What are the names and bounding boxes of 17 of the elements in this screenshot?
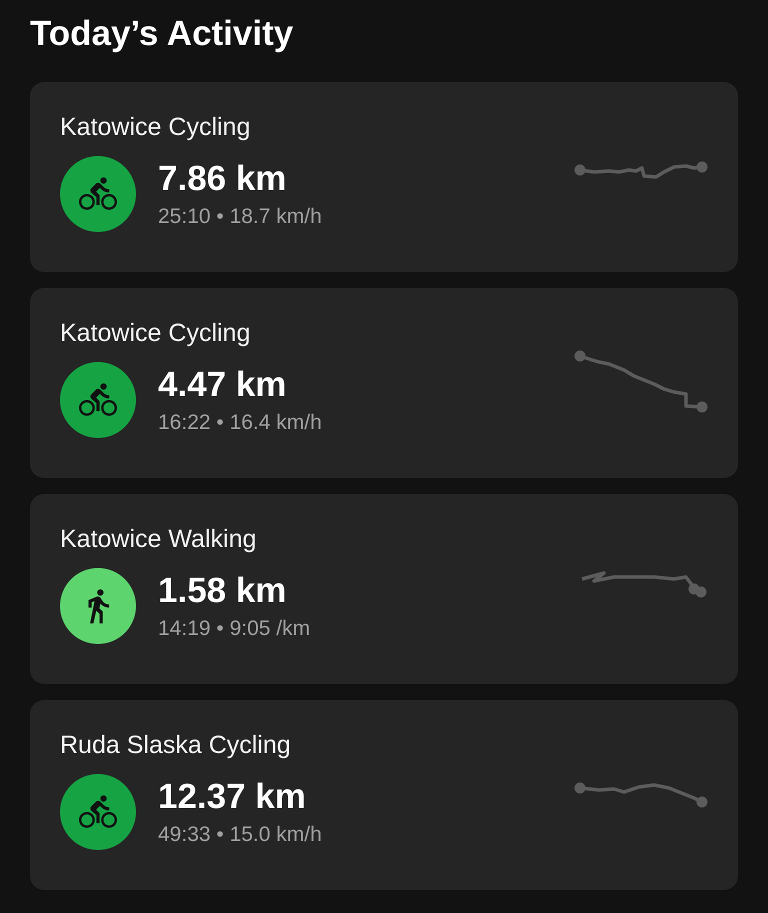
activity-details: 25:10 • 18.7 km/h [158,204,322,230]
activity-card[interactable]: Katowice Cycling 4.47 km 16:22 • 16.4 km/h [30,288,738,478]
activity-distance: 7.86 km [158,158,288,200]
activity-card[interactable]: Katowice Cycling 7.86 km 25:10 • 18.7 km/h [30,82,738,272]
section-title: Today’s Activity [30,13,294,55]
activity-details: 49:33 • 15.0 km/h [158,822,322,848]
activity-distance: 12.37 km [158,776,307,818]
activity-details: 16:22 • 16.4 km/h [158,410,322,436]
activity-name: Katowice Cycling [60,112,252,142]
activity-name: Ruda Slaska Cycling [60,730,292,760]
activity-distance: 4.47 km [158,364,288,406]
activity-card[interactable]: Katowice Walking 1.58 km 14:19 • 9:05 /km [30,494,738,684]
activity-details: 14:19 • 9:05 /km [158,616,310,642]
activity-name: Katowice Walking [60,524,258,554]
activity-distance: 1.58 km [158,570,288,612]
activity-name: Katowice Cycling [60,318,252,348]
activity-card[interactable]: Ruda Slaska Cycling 12.37 km 49:33 • 15.0 km/h [30,700,738,890]
